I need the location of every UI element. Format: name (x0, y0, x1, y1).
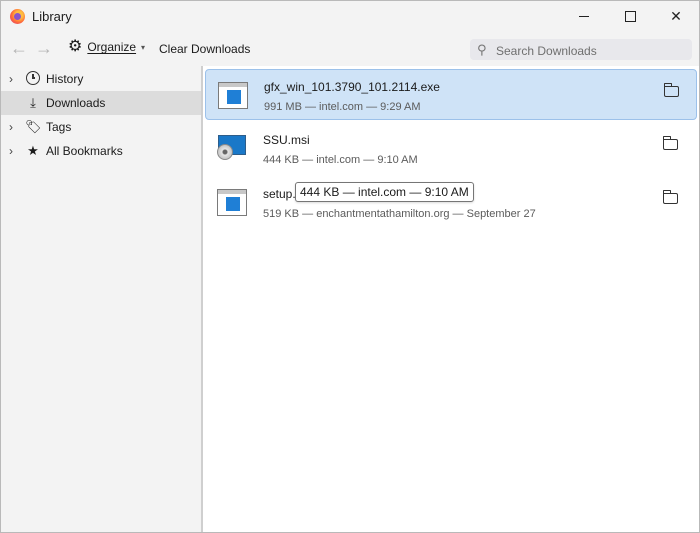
sidebar-item-downloads[interactable]: ⤓ Downloads (1, 91, 201, 115)
download-details: 991 MB — intel.com — 9:29 AM (264, 101, 421, 113)
search-input[interactable] (494, 41, 688, 60)
chevron-right-icon[interactable]: › (9, 72, 13, 86)
chevron-right-icon[interactable]: › (9, 120, 13, 134)
minimize-icon (579, 16, 589, 17)
sidebar-item-label: Tags (46, 120, 72, 134)
arrow-right-icon: → (35, 38, 53, 58)
sidebar-item-label: Downloads (46, 96, 106, 110)
sidebar: › History ⤓ Downloads › 🏷 Tags › ★ All B… (1, 66, 201, 532)
close-icon: ✕ (670, 8, 682, 24)
forward-button[interactable]: → (35, 39, 53, 57)
maximize-button[interactable] (607, 1, 653, 32)
search-icon: ⚲ (477, 42, 487, 57)
download-item[interactable]: SSU.msi 444 KB — intel.com — 9:10 AM (205, 123, 697, 174)
maximize-icon (624, 11, 636, 22)
sidebar-item-label: All Bookmarks (46, 144, 123, 158)
installer-file-icon (217, 135, 247, 162)
download-filename: setup. (263, 187, 296, 201)
organize-button[interactable]: ⚙ Organize ▾ (68, 38, 146, 55)
download-filename: gfx_win_101.3790_101.2114.exe (264, 80, 440, 94)
download-item[interactable]: gfx_win_101.3790_101.2114.exe 991 MB — i… (205, 69, 697, 120)
downloads-list: gfx_win_101.3790_101.2114.exe 991 MB — i… (203, 66, 699, 532)
tooltip: 444 KB — intel.com — 9:10 AM (295, 182, 474, 202)
window-title: Library (32, 9, 72, 24)
title-bar[interactable]: Library ✕ (1, 1, 699, 32)
sidebar-item-history[interactable]: › History (1, 67, 201, 91)
chevron-right-icon[interactable]: › (9, 144, 13, 158)
star-icon: ★ (27, 143, 39, 158)
folder-icon[interactable] (662, 136, 678, 150)
download-icon: ⤓ (30, 95, 36, 110)
download-filename: SSU.msi (263, 133, 310, 147)
executable-file-icon (217, 189, 247, 216)
download-details: 444 KB — intel.com — 9:10 AM (263, 154, 418, 166)
sidebar-item-label: History (46, 72, 84, 86)
toolbar: ← → ⚙ Organize ▾ Clear Downloads ⚲ (1, 32, 699, 66)
arrow-left-icon: ← (10, 38, 28, 58)
clear-downloads-button[interactable]: Clear Downloads (159, 42, 250, 56)
executable-file-icon (218, 82, 248, 109)
folder-icon[interactable] (663, 83, 679, 97)
folder-icon[interactable] (662, 190, 678, 204)
close-button[interactable]: ✕ (653, 1, 699, 32)
sidebar-item-all-bookmarks[interactable]: › ★ All Bookmarks (1, 139, 201, 163)
organize-label: Organize (87, 40, 137, 54)
tag-icon: 🏷 (25, 119, 42, 134)
firefox-logo-icon (10, 9, 25, 24)
minimize-button[interactable] (561, 1, 607, 32)
download-details: 519 KB — enchantmentathamilton.org — Sep… (263, 208, 536, 220)
gear-icon: ⚙ (68, 38, 83, 55)
clock-icon (25, 70, 41, 88)
chevron-down-icon: ▾ (141, 42, 146, 52)
search-box[interactable]: ⚲ (470, 39, 692, 60)
library-window: Library ✕ ← → ⚙ Organize ▾ Clear Downloa… (0, 0, 700, 533)
back-button[interactable]: ← (10, 39, 28, 57)
sidebar-item-tags[interactable]: › 🏷 Tags (1, 115, 201, 139)
